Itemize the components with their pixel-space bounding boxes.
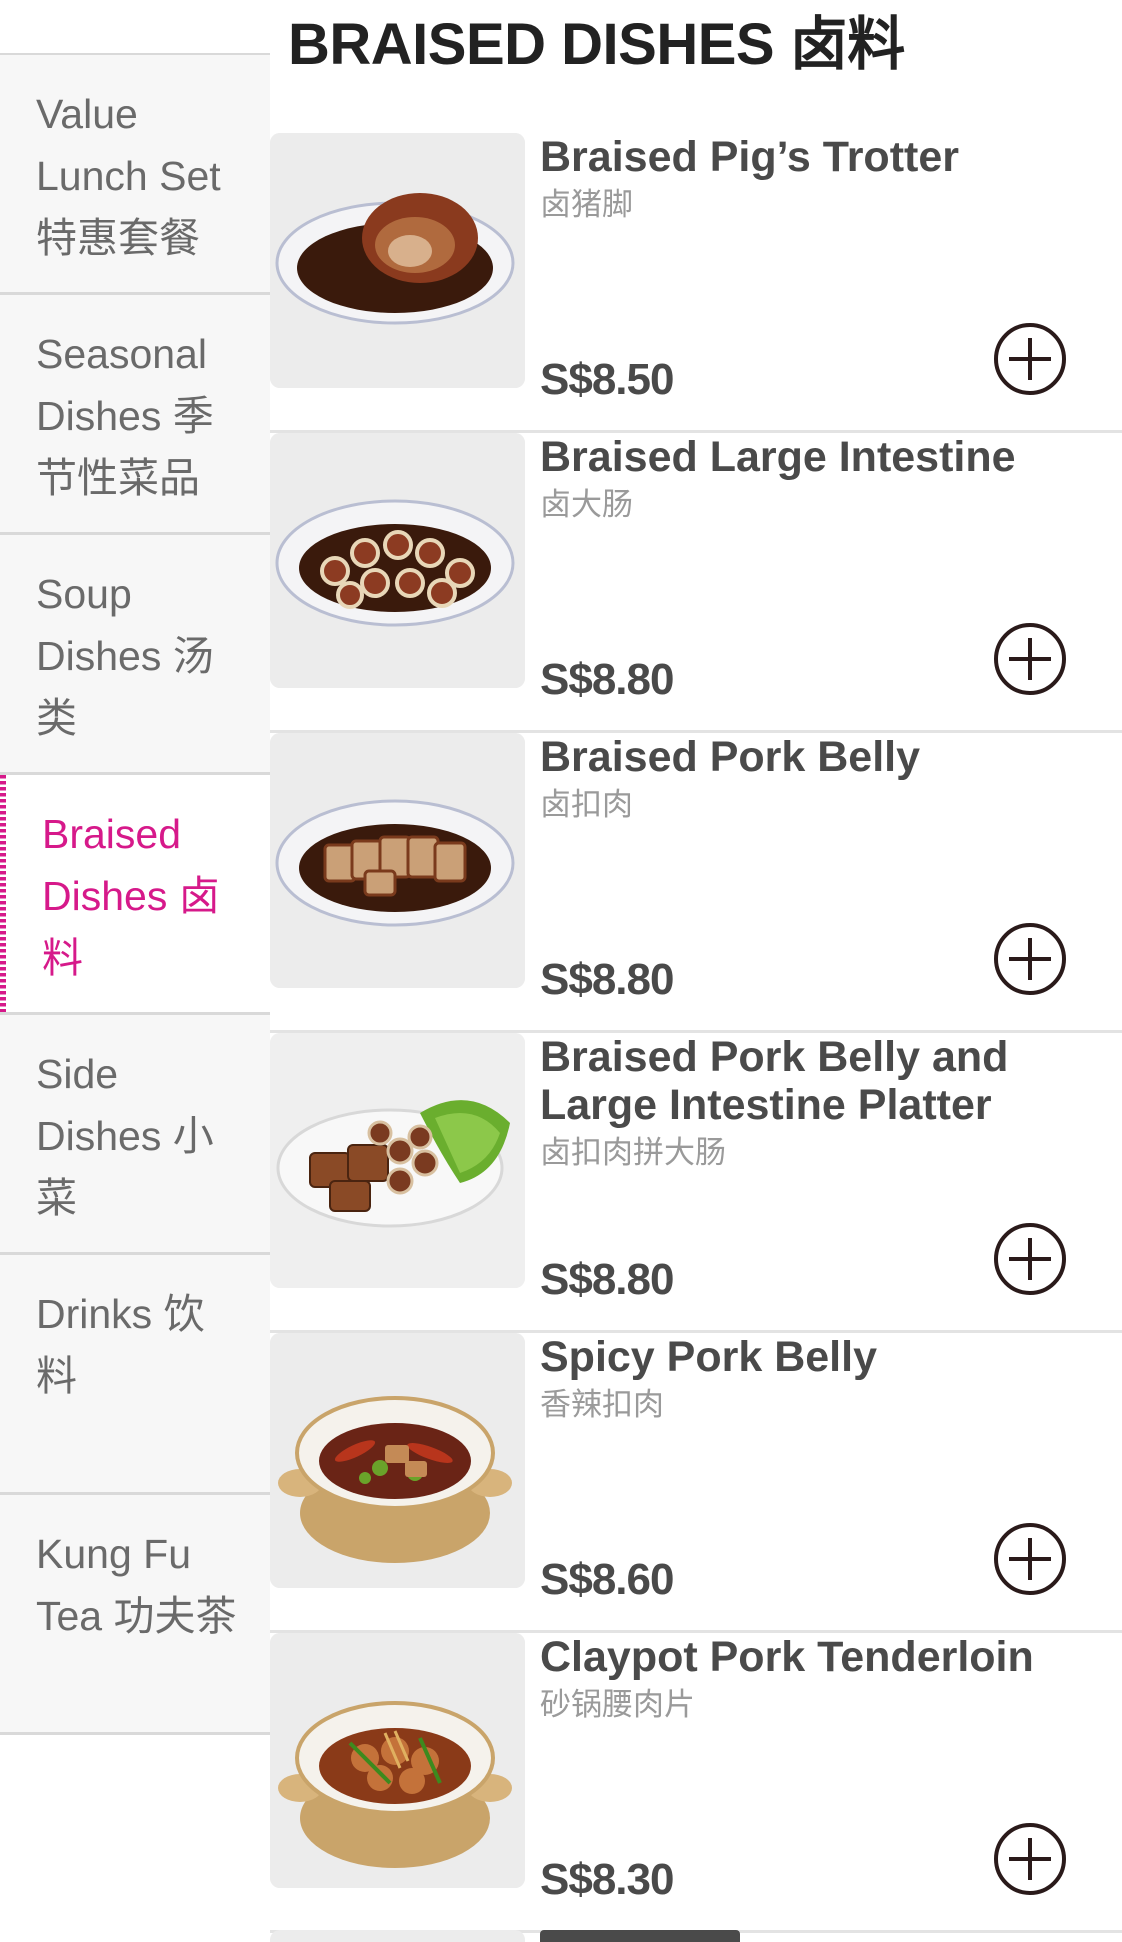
dish-image[interactable] — [270, 1333, 525, 1588]
sidebar-item-label: Drinks 饮 — [36, 1291, 205, 1337]
dish-price: S$8.50 — [540, 355, 674, 404]
dish-name — [540, 1930, 740, 1942]
sidebar-item-label: 特惠套餐 — [36, 215, 200, 261]
dish-chinese-name: 卤扣肉拼大肠 — [540, 1135, 726, 1170]
add-item-button[interactable] — [994, 1823, 1066, 1895]
dish-image[interactable] — [270, 733, 525, 988]
dish-name: Spicy Pork Belly — [540, 1333, 1110, 1381]
section-title: BRAISED DISHES 卤料 — [288, 12, 905, 77]
next-menu-item-partial — [270, 1924, 1122, 1942]
sidebar-item-label: Kung Fu — [36, 1531, 191, 1577]
dish-price: S$8.30 — [540, 1855, 674, 1904]
dish-name-line: Large Intestine Platter — [540, 1081, 992, 1129]
dish-image[interactable] — [270, 433, 525, 688]
sidebar-item-label: Dishes 季 — [36, 393, 214, 439]
sidebar-item-side-dishes[interactable]: Side Dishes 小 菜 — [0, 1015, 270, 1255]
sidebar-item-label: Dishes 汤 — [36, 633, 214, 679]
sidebar-item-label: Tea 功夫茶 — [36, 1593, 237, 1639]
dish-image[interactable] — [270, 133, 525, 388]
dish-chinese-name: 卤猪脚 — [540, 187, 633, 222]
sidebar-item-drinks[interactable]: Drinks 饮 料 — [0, 1255, 270, 1495]
dish-name-line: Spicy Pork Belly — [540, 1333, 877, 1381]
dish-name: Braised Large Intestine — [540, 433, 1110, 481]
category-sidebar: Value Lunch Set 特惠套餐 Seasonal Dishes 季 节… — [0, 0, 270, 1942]
sidebar-item-label: 类 — [36, 695, 77, 741]
dish-chinese-name: 卤大肠 — [540, 487, 633, 522]
dish-chinese-name: 砂锅腰肉片 — [540, 1687, 695, 1722]
menu-item-card[interactable]: Braised Pork Belly and Large Intestine P… — [270, 1033, 1122, 1333]
sidebar-item-label: Lunch Set — [36, 153, 221, 199]
dish-price: S$8.80 — [540, 655, 674, 704]
sidebar-item-label: Side — [36, 1051, 119, 1097]
sidebar-item-seasonal-dishes[interactable]: Seasonal Dishes 季 节性菜品 — [0, 295, 270, 535]
sidebar-item-label: Value — [36, 91, 138, 137]
dish-image — [270, 1930, 525, 1942]
sidebar-item-label: 料 — [36, 1353, 77, 1399]
dish-name-line: Braised Pork Belly and — [540, 1033, 1009, 1081]
sidebar-item-label: Seasonal — [36, 331, 207, 377]
sidebar-item-label: Dishes 卤 — [42, 873, 220, 919]
sidebar-item-label: 节性菜品 — [36, 455, 200, 501]
active-indicator — [0, 775, 6, 1012]
sidebar-item-label: Dishes 小 — [36, 1113, 214, 1159]
dish-price: S$8.60 — [540, 1555, 674, 1604]
dish-name-line: Claypot Pork Tenderloin — [540, 1633, 1034, 1681]
add-item-button[interactable] — [994, 1223, 1066, 1295]
menu-item-card[interactable]: Braised Pork Belly 卤扣肉 S$8.80 — [270, 733, 1122, 1033]
menu-item-card[interactable]: Braised Large Intestine 卤大肠 S$8.80 — [270, 433, 1122, 733]
sidebar-item-label: 料 — [42, 935, 83, 981]
dish-chinese-name: 香辣扣肉 — [540, 1387, 664, 1422]
menu-item-card[interactable]: Braised Pig’s Trotter 卤猪脚 S$8.50 — [270, 133, 1122, 433]
sidebar-item-label: Soup — [36, 571, 132, 617]
dish-image[interactable] — [270, 1033, 525, 1288]
dish-name: Claypot Pork Tenderloin — [540, 1633, 1110, 1681]
add-item-button[interactable] — [994, 323, 1066, 395]
dish-name: Braised Pig’s Trotter — [540, 133, 1110, 181]
dish-chinese-name: 卤扣肉 — [540, 787, 633, 822]
dish-name-line: Braised Pork Belly — [540, 733, 921, 781]
menu-item-card[interactable]: Claypot Pork Tenderloin 砂锅腰肉片 S$8.30 — [270, 1633, 1122, 1933]
sidebar-item-braised-dishes[interactable]: Braised Dishes 卤 料 — [0, 775, 270, 1015]
dish-price: S$8.80 — [540, 1255, 674, 1304]
add-item-button[interactable] — [994, 1523, 1066, 1595]
dish-price: S$8.80 — [540, 955, 674, 1004]
dish-name: Braised Pork Belly — [540, 733, 1110, 781]
dish-name: Braised Pork Belly and Large Intestine P… — [540, 1033, 1110, 1129]
sidebar-item-value-lunch-set[interactable]: Value Lunch Set 特惠套餐 — [0, 55, 270, 295]
sidebar-item-kung-fu-tea[interactable]: Kung Fu Tea 功夫茶 — [0, 1495, 270, 1735]
add-item-button[interactable] — [994, 923, 1066, 995]
menu-list: BRAISED DISHES 卤料 Braised Pig’s Trotter … — [270, 0, 1122, 1942]
menu-item-card[interactable]: Spicy Pork Belly 香辣扣肉 S$8.60 — [270, 1333, 1122, 1633]
dish-name-line: Braised Large Intestine — [540, 433, 1016, 481]
sidebar-item-label: 菜 — [36, 1175, 77, 1221]
dish-image[interactable] — [270, 1633, 525, 1888]
sidebar-item-label: Braised — [42, 811, 182, 857]
sidebar-item-soup-dishes[interactable]: Soup Dishes 汤 类 — [0, 535, 270, 775]
dish-name-line: Braised Pig’s Trotter — [540, 133, 959, 181]
add-item-button[interactable] — [994, 623, 1066, 695]
